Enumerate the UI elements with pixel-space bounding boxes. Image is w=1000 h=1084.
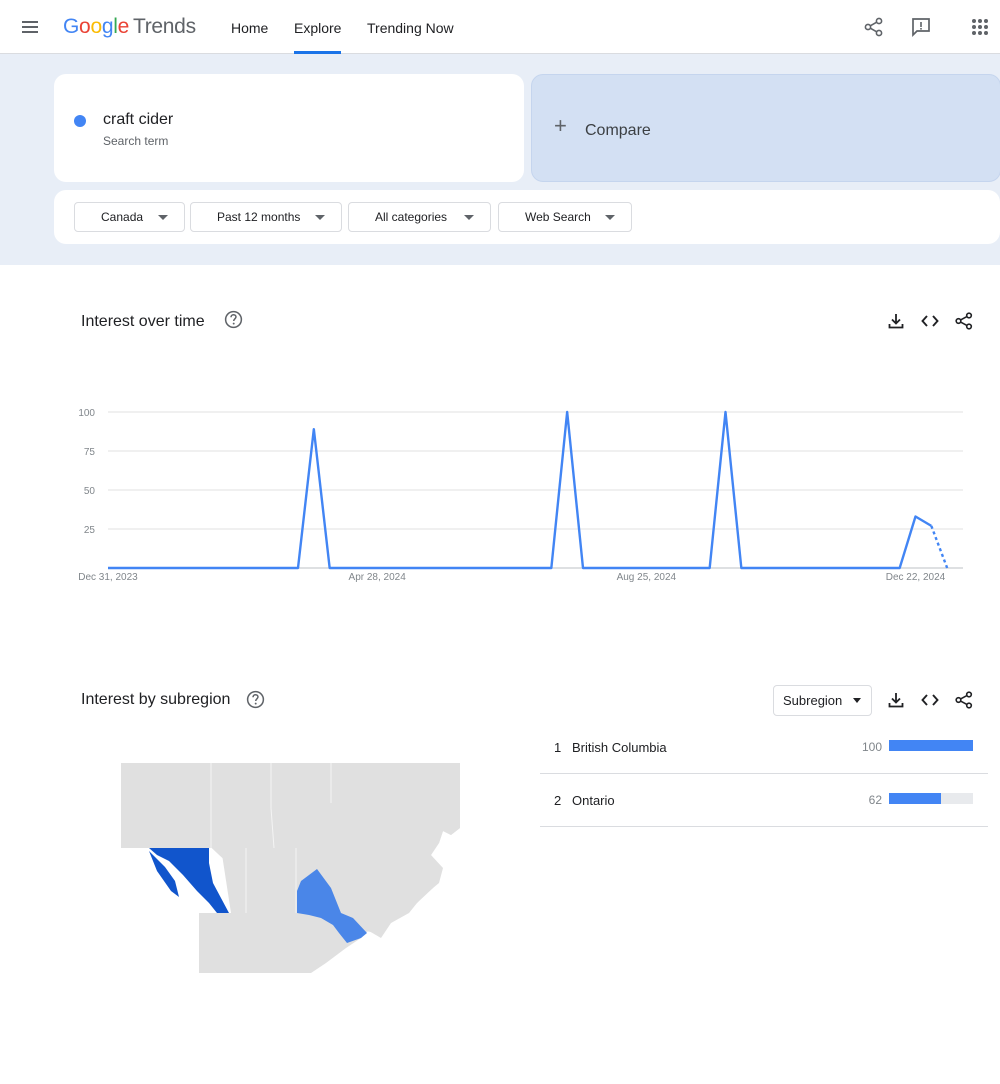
subregion-select-label: Subregion <box>783 693 842 708</box>
interest-over-time-panel: Interest over time 25 50 75 100 Dec 31, 2023… <box>54 286 1000 642</box>
filter-category-label: All categories <box>375 210 447 224</box>
embed-icon[interactable] <box>920 690 940 710</box>
download-icon[interactable] <box>886 690 906 710</box>
plus-icon: + <box>554 115 567 137</box>
interest-over-time-title: Interest over time <box>81 313 205 331</box>
region-name: Ontario <box>572 793 615 808</box>
series-line-partial[interactable] <box>931 526 947 568</box>
filter-property-label: Web Search <box>525 210 591 224</box>
dropdown-caret-icon <box>158 215 168 220</box>
region-bar-fill <box>889 793 941 804</box>
menu-icon[interactable] <box>20 17 40 37</box>
interest-by-subregion-panel: Interest by subregion Subregion <box>54 664 1000 1084</box>
dropdown-caret-icon <box>605 215 615 220</box>
region-bar-track <box>889 793 973 804</box>
y-tick-label: 75 <box>84 447 96 458</box>
nav-home[interactable]: Home <box>231 0 268 54</box>
logo-google: Google <box>63 15 129 38</box>
filter-time[interactable]: Past 12 months <box>190 202 342 232</box>
nav-trending-now[interactable]: Trending Now <box>367 0 454 54</box>
apps-icon[interactable] <box>969 16 991 38</box>
subregion-select[interactable]: Subregion <box>773 685 872 716</box>
share-icon[interactable] <box>954 311 974 331</box>
download-icon[interactable] <box>886 311 906 331</box>
help-icon[interactable] <box>224 310 243 329</box>
embed-icon[interactable] <box>920 311 940 331</box>
nav-explore[interactable]: Explore <box>294 0 341 54</box>
dropdown-caret-icon <box>853 698 861 703</box>
search-term-name[interactable]: craft cider <box>103 111 173 129</box>
filter-geo[interactable]: Canada <box>74 202 185 232</box>
compare-button[interactable]: + Compare <box>531 74 1000 182</box>
dropdown-caret-icon <box>464 215 474 220</box>
canada-subregion-map[interactable] <box>121 763 460 973</box>
region-row-british-columbia[interactable]: 1 British Columbia 100 <box>540 721 988 774</box>
interest-over-time-chart[interactable]: 25 50 75 100 Dec 31, 2023 Apr 28, 2024 Aug 25,… <box>54 386 1000 596</box>
region-name: British Columbia <box>572 740 667 755</box>
region-row-ontario[interactable]: 2 Ontario 62 <box>540 774 988 827</box>
logo-trends: Trends <box>133 15 196 38</box>
filter-category[interactable]: All categories <box>348 202 491 232</box>
google-trends-logo[interactable]: GoogleTrends <box>63 15 196 39</box>
top-app-bar: GoogleTrends Home Explore Trending Now <box>0 0 1000 54</box>
region-value: 62 <box>869 793 882 807</box>
y-tick-label: 50 <box>84 486 96 497</box>
search-term-type: Search term <box>103 134 168 148</box>
filter-time-label: Past 12 months <box>217 210 300 224</box>
region-bar-track <box>889 740 973 751</box>
region-bar-fill <box>889 740 973 751</box>
y-tick-label: 100 <box>78 408 95 419</box>
term-color-dot <box>74 115 86 127</box>
region-value: 100 <box>862 740 882 754</box>
search-term-card[interactable]: craft cider Search term <box>54 74 524 182</box>
x-tick-label: Apr 28, 2024 <box>349 572 407 583</box>
filter-bar: Canada Past 12 months All categories Web… <box>54 190 1000 244</box>
map-regions-no-data <box>121 763 460 973</box>
share-icon[interactable] <box>863 16 885 38</box>
region-rank: 1 <box>554 740 561 755</box>
dropdown-caret-icon <box>315 215 325 220</box>
x-tick-label: Aug 25, 2024 <box>617 572 677 583</box>
compare-label: Compare <box>585 122 651 140</box>
map-region-british-columbia[interactable] <box>149 848 229 913</box>
x-tick-label: Dec 31, 2023 <box>78 572 138 583</box>
interest-by-subregion-title: Interest by subregion <box>81 691 230 709</box>
x-tick-label: Dec 22, 2024 <box>886 572 946 583</box>
feedback-icon[interactable] <box>910 16 932 38</box>
filter-geo-label: Canada <box>101 210 143 224</box>
share-icon[interactable] <box>954 690 974 710</box>
y-tick-label: 25 <box>84 525 96 536</box>
region-rank: 2 <box>554 793 561 808</box>
help-icon[interactable] <box>246 690 265 709</box>
filter-property[interactable]: Web Search <box>498 202 632 232</box>
